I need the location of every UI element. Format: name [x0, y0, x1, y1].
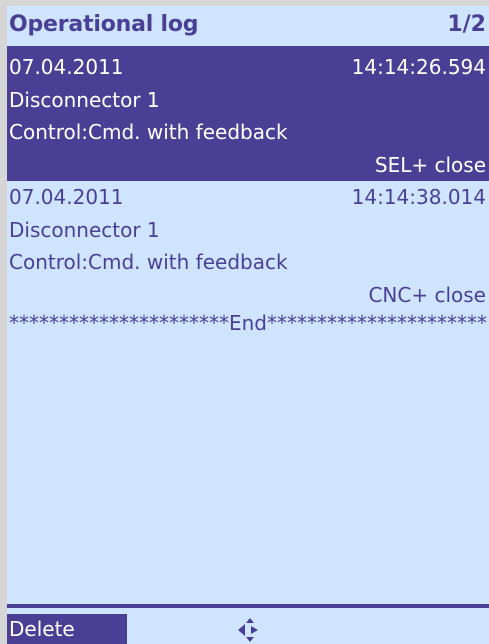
- log-entry-selected[interactable]: 07.04.2011 14:14:26.594 Disconnector 1 C…: [7, 51, 489, 181]
- entry-line-1: 07.04.2011 14:14:38.014: [7, 181, 489, 214]
- navigation-arrows-icon[interactable]: [236, 618, 260, 642]
- title-bar: Operational log 1/2: [7, 6, 489, 46]
- page-title: Operational log: [9, 12, 199, 37]
- entry-line-3: Control:Cmd. with feedback: [7, 116, 489, 149]
- entry-line-2: Disconnector 1: [7, 84, 489, 117]
- entry-control: Control:Cmd. with feedback: [9, 250, 288, 274]
- entry-action: SEL+ close: [374, 152, 486, 177]
- entry-device: Disconnector 1: [9, 87, 160, 112]
- entry-line-4: CNC+ close: [7, 279, 489, 312]
- entry-line-4: SEL+ close: [7, 149, 489, 182]
- entry-line-2: Disconnector 1: [7, 214, 489, 247]
- footer-divider: [7, 604, 489, 608]
- entry-date: 07.04.2011: [9, 185, 124, 209]
- hmi-screen: Operational log 1/2 07.04.2011 14:14:26.…: [7, 6, 489, 644]
- log-entry[interactable]: 07.04.2011 14:14:38.014 Disconnector 1 C…: [7, 181, 489, 311]
- softkey-bar: Delete: [7, 614, 489, 644]
- entry-control: Control:Cmd. with feedback: [9, 120, 288, 144]
- entry-line-1: 07.04.2011 14:14:26.594: [7, 51, 489, 84]
- entry-date: 07.04.2011: [9, 55, 124, 79]
- entry-action: CNC+ close: [368, 282, 486, 307]
- page-indicator: 1/2: [447, 12, 486, 37]
- entry-time: 14:14:26.594: [351, 55, 486, 79]
- end-of-log-marker: **********************End***************…: [8, 311, 487, 335]
- delete-button[interactable]: Delete: [7, 614, 127, 644]
- entry-time: 14:14:38.014: [351, 185, 486, 209]
- entry-line-3: Control:Cmd. with feedback: [7, 246, 489, 279]
- entry-device: Disconnector 1: [9, 217, 160, 242]
